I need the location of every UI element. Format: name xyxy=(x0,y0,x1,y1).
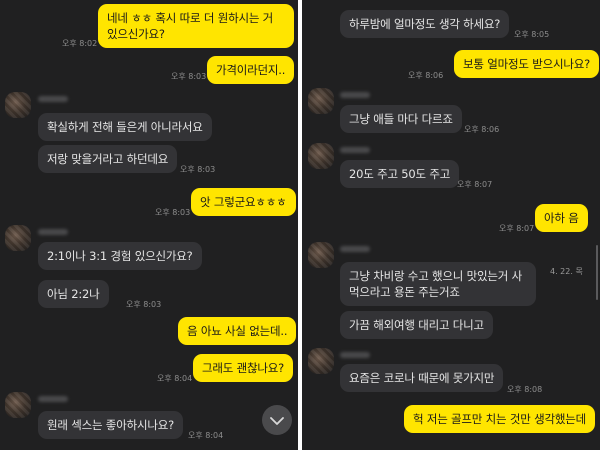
message-timestamp: 오후 8:02 xyxy=(62,39,98,48)
profile-avatar[interactable] xyxy=(308,242,334,268)
message-timestamp: 오후 8:08 xyxy=(507,385,543,394)
message-timestamp: 오후 8:03 xyxy=(126,300,162,309)
message-bubble-received: 요즘은 코로나 때문에 못가지만 xyxy=(340,364,504,392)
sender-name-redacted xyxy=(340,92,370,98)
message-timestamp: 오후 8:07 xyxy=(457,180,493,189)
message-timestamp: 오후 8:06 xyxy=(408,71,444,80)
message-bubble-sent: 가격이라던지.. xyxy=(207,56,295,84)
scroll-to-bottom-button[interactable] xyxy=(262,405,292,435)
message-timestamp: 오후 8:03 xyxy=(171,72,207,81)
message-bubble-sent: 네네 ㅎㅎ 혹시 따로 더 원하시는 거 있으신가요? xyxy=(98,4,294,48)
message-bubble-sent: 그래도 괜찮나요? xyxy=(193,354,294,382)
profile-avatar[interactable] xyxy=(308,143,334,169)
message-timestamp: 오후 8:04 xyxy=(157,374,193,383)
sender-name-redacted xyxy=(38,96,68,102)
message-bubble-received: 아님 2:2나 xyxy=(38,280,109,308)
message-bubble-received: 저랑 맞을거라고 하던데요 xyxy=(38,145,178,173)
message-timestamp: 오후 8:05 xyxy=(514,30,550,39)
message-bubble-sent: 헉 저는 골프만 치는 것만 생각했는데 xyxy=(404,405,595,433)
message-bubble-received: 가끔 해외여행 대리고 다니고 xyxy=(340,311,493,339)
message-bubble-sent: 음 아뇨 사실 없는데.. xyxy=(178,317,297,345)
profile-avatar[interactable] xyxy=(5,92,31,118)
sender-name-redacted xyxy=(340,352,370,358)
message-bubble-received: 20도 주고 50도 주고 xyxy=(340,160,460,188)
profile-avatar[interactable] xyxy=(308,88,334,114)
message-bubble-received: 원래 섹스는 좋아하시나요? xyxy=(38,411,183,439)
message-bubble-sent: 보통 얼마정도 받으시나요? xyxy=(454,50,599,78)
message-bubble-sent: 앗 그렇군요ㅎㅎㅎ xyxy=(191,188,296,216)
sender-name-redacted xyxy=(340,246,370,252)
profile-avatar[interactable] xyxy=(5,392,31,418)
chevron-down-icon xyxy=(270,411,284,430)
message-timestamp: 오후 8:06 xyxy=(464,125,500,134)
date-indicator: 4. 22. 목 xyxy=(550,267,583,276)
profile-avatar[interactable] xyxy=(308,348,334,374)
message-timestamp: 오후 8:07 xyxy=(499,224,535,233)
chat-panel-left: 네네 ㅎㅎ 혹시 따로 더 원하시는 거 있으신가요? 오후 8:02 가격이라… xyxy=(0,0,298,450)
sender-name-redacted xyxy=(340,147,370,153)
message-timestamp: 오후 8:04 xyxy=(188,431,224,440)
sender-name-redacted xyxy=(38,229,68,235)
message-bubble-received: 하루밤에 얼마정도 생각 하세요? xyxy=(340,10,510,38)
message-bubble-received: 그냥 차비랑 수고 했으니 맛있는거 사먹으라고 용돈 주는거죠 xyxy=(340,262,536,306)
message-bubble-received: 그냥 애들 마다 다르죠 xyxy=(340,105,462,133)
sender-name-redacted xyxy=(38,396,68,402)
message-bubble-received: 확실하게 전해 들은게 아니라서요 xyxy=(38,113,212,141)
chat-panel-right: 하루밤에 얼마정도 생각 하세요? 오후 8:05 보통 얼마정도 받으시나요?… xyxy=(302,0,600,450)
profile-avatar[interactable] xyxy=(5,225,31,251)
message-timestamp: 오후 8:03 xyxy=(180,165,216,174)
message-bubble-sent: 아하 음 xyxy=(535,204,588,232)
scrollbar[interactable] xyxy=(596,245,598,300)
message-timestamp: 오후 8:03 xyxy=(155,208,191,217)
message-bubble-received: 2:1이나 3:1 경험 있으신가요? xyxy=(38,242,202,270)
